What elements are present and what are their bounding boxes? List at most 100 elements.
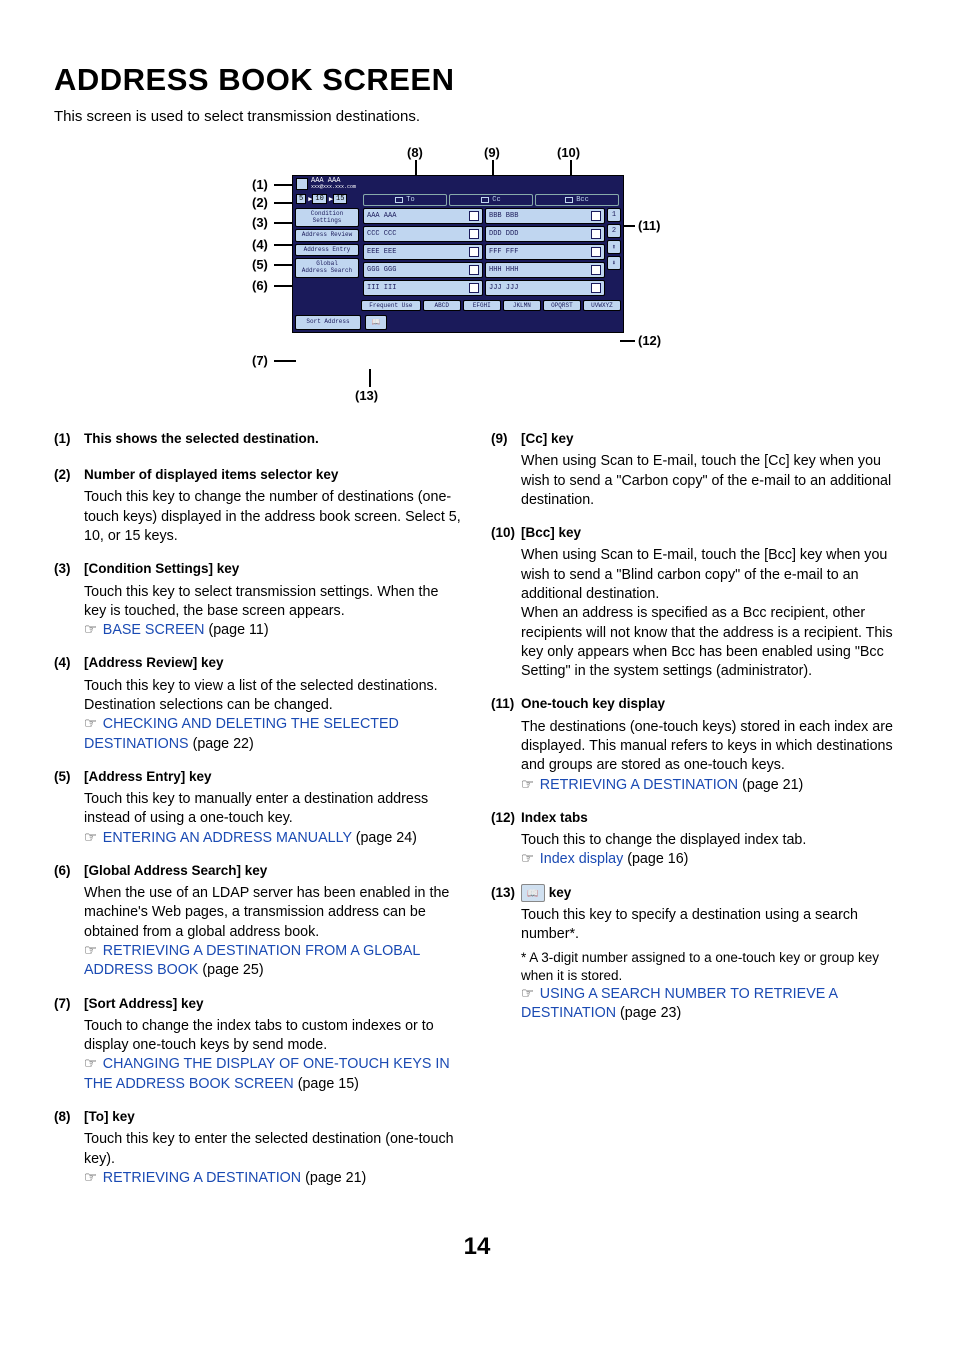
pointer-icon: ☞: [521, 986, 538, 1002]
pointer-icon: ☞: [84, 943, 101, 959]
mail-type-icon: [469, 283, 479, 293]
cross-reference-link[interactable]: USING A SEARCH NUMBER TO RETRIEVE A DEST…: [521, 986, 837, 1021]
cross-reference: ☞ RETRIEVING A DESTINATION (page 21): [521, 776, 900, 795]
page-indicator-2[interactable]: 2: [607, 224, 621, 238]
annotation-number: (2): [54, 466, 84, 546]
one-touch-key[interactable]: BBB BBB: [485, 208, 605, 224]
one-touch-key[interactable]: EEE EEE: [363, 244, 483, 260]
cross-reference: ☞ CHANGING THE DISPLAY OF ONE-TOUCH KEYS…: [84, 1055, 463, 1094]
page-indicator-1[interactable]: 1: [607, 208, 621, 222]
envelope-icon: [565, 197, 573, 203]
envelope-icon: [481, 197, 489, 203]
cross-reference-link[interactable]: ENTERING AN ADDRESS MANUALLY: [103, 830, 352, 846]
annotation-item: (1)This shows the selected destination.: [54, 430, 463, 452]
callout-10: (10): [557, 145, 580, 160]
index-tab[interactable]: UVWXYZ: [583, 300, 621, 311]
one-touch-key[interactable]: JJJ JJJ: [485, 280, 605, 296]
footnote-text: * A 3-digit number assigned to a one-tou…: [521, 949, 900, 985]
envelope-icon: [395, 197, 403, 203]
one-touch-key[interactable]: DDD DDD: [485, 226, 605, 242]
annotation-item: (5)[Address Entry] keyTouch this key to …: [54, 768, 463, 848]
cross-reference-link[interactable]: RETRIEVING A DESTINATION: [103, 1170, 301, 1186]
pointer-icon: ☞: [84, 830, 101, 846]
annotation-item: (11)One-touch key displayThe destination…: [491, 695, 900, 794]
cross-reference: ☞ BASE SCREEN (page 11): [84, 621, 463, 640]
index-tab[interactable]: EFGHI: [463, 300, 501, 311]
sort-address-button[interactable]: Sort Address: [295, 315, 361, 330]
annotation-item: (7)[Sort Address] keyTouch to change the…: [54, 995, 463, 1094]
cross-reference: ☞ Index display (page 16): [521, 850, 900, 869]
annotation-number: (4): [54, 654, 84, 753]
condition-settings-button[interactable]: Condition Settings: [295, 208, 359, 227]
cross-reference-link[interactable]: RETRIEVING A DESTINATION: [540, 777, 738, 793]
index-tab[interactable]: Frequent Use: [361, 300, 421, 311]
index-tab[interactable]: JKLMN: [503, 300, 541, 311]
pointer-icon: ☞: [521, 777, 538, 793]
mail-type-icon: [591, 229, 601, 239]
one-touch-key[interactable]: GGG GGG: [363, 262, 483, 278]
annotation-description: Touch this key to manually enter a desti…: [84, 790, 463, 829]
to-tab[interactable]: To: [363, 194, 447, 206]
cross-reference: ☞ USING A SEARCH NUMBER TO RETRIEVE A DE…: [521, 985, 900, 1024]
one-touch-key[interactable]: FFF FFF: [485, 244, 605, 260]
annotation-number: (9): [491, 430, 521, 510]
one-touch-key[interactable]: HHH HHH: [485, 262, 605, 278]
index-tab[interactable]: ABCD: [423, 300, 461, 311]
pointer-icon: ☞: [84, 1170, 101, 1186]
callout-5: (5): [252, 257, 268, 272]
annotation-description: Touch to change the index tabs to custom…: [84, 1017, 463, 1056]
mail-type-icon: [591, 211, 601, 221]
address-entry-button[interactable]: Address Entry: [295, 244, 359, 257]
search-number-key[interactable]: 📖: [365, 315, 387, 330]
one-touch-key[interactable]: III III: [363, 280, 483, 296]
scroll-down-button[interactable]: ⬇: [607, 256, 621, 270]
annotation-number: (11): [491, 695, 521, 794]
cross-reference-link[interactable]: Index display: [540, 851, 623, 867]
annotation-description: Touch this key to select transmission se…: [84, 583, 463, 622]
global-address-search-button[interactable]: Global Address Search: [295, 258, 359, 277]
scroll-up-button[interactable]: ⬆: [607, 240, 621, 254]
callout-7: (7): [252, 353, 268, 368]
count-10[interactable]: 10: [312, 194, 326, 204]
annotation-description: Touch this key to specify a destination …: [521, 906, 900, 945]
annotation-item: (4)[Address Review] keyTouch this key to…: [54, 654, 463, 753]
annotation-description: When using Scan to E-mail, touch the [Cc…: [521, 452, 900, 510]
address-review-button[interactable]: Address Review: [295, 229, 359, 242]
annotation-item: (6)[Global Address Search] keyWhen the u…: [54, 862, 463, 981]
cc-tab[interactable]: Cc: [449, 194, 533, 206]
annotation-heading: One-touch key display: [521, 695, 900, 713]
page-number: 14: [0, 1233, 954, 1261]
annotation-description: When using Scan to E-mail, touch the [Bc…: [521, 546, 900, 681]
annotation-heading: [Bcc] key: [521, 524, 900, 542]
annotation-heading: [To] key: [84, 1108, 463, 1126]
count-15[interactable]: 15: [333, 194, 347, 204]
pointer-icon: ☞: [84, 1056, 101, 1072]
person-icon: [296, 178, 308, 190]
cross-reference-link[interactable]: RETRIEVING A DESTINATION FROM A GLOBAL A…: [84, 943, 420, 978]
one-touch-key[interactable]: AAA AAA: [363, 208, 483, 224]
one-touch-key[interactable]: CCC CCC: [363, 226, 483, 242]
annotation-item: (9)[Cc] keyWhen using Scan to E-mail, to…: [491, 430, 900, 510]
cross-reference-link[interactable]: CHECKING AND DELETING THE SELECTED DESTI…: [84, 716, 399, 751]
count-5[interactable]: 5: [296, 194, 306, 204]
annotation-heading: [Global Address Search] key: [84, 862, 463, 880]
page-title: ADDRESS BOOK SCREEN: [54, 62, 900, 98]
mail-type-icon: [469, 229, 479, 239]
pointer-icon: ☞: [84, 622, 101, 638]
index-tab[interactable]: OPQRST: [543, 300, 581, 311]
cross-reference-link[interactable]: BASE SCREEN: [103, 622, 205, 638]
annotation-description: Touch this to change the displayed index…: [521, 831, 900, 850]
cross-reference: ☞ RETRIEVING A DESTINATION (page 21): [84, 1169, 463, 1188]
annotation-item: (10)[Bcc] key When using Scan to E-mail, …: [491, 524, 900, 681]
annotation-number: (12): [491, 809, 521, 870]
bcc-tab[interactable]: Bcc: [535, 194, 619, 206]
annotation-heading: Number of displayed items selector key: [84, 466, 463, 484]
cross-reference-link[interactable]: CHANGING THE DISPLAY OF ONE-TOUCH KEYS I…: [84, 1056, 450, 1091]
annotation-item: (8)[To] keyTouch this key to enter the s…: [54, 1108, 463, 1188]
callout-9: (9): [484, 145, 500, 160]
annotation-heading: This shows the selected destination.: [84, 430, 463, 448]
callout-12: (12): [638, 333, 661, 348]
annotation-number: (10): [491, 524, 521, 681]
annotation-number: (5): [54, 768, 84, 848]
mail-type-icon: [591, 247, 601, 257]
